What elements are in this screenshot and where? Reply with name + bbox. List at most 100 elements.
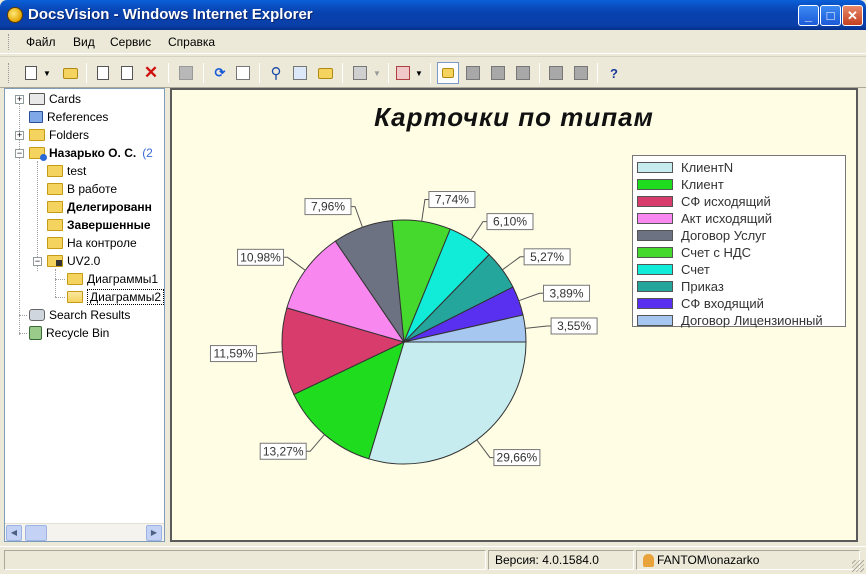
legend-label: Счет с НДС [681, 245, 752, 260]
excel-dropdown-arrow-icon[interactable]: ▼ [372, 64, 382, 82]
slice-label: 7,96% [304, 198, 363, 228]
slice-label: 29,66% [476, 439, 541, 467]
legend-swatch [637, 264, 673, 275]
slice-label: 10,98% [237, 248, 306, 271]
delete-icon[interactable]: ✕ [142, 63, 160, 82]
collapse-user-toggle[interactable]: − [15, 149, 24, 158]
tree-item-on-control[interactable]: На контроле [47, 234, 137, 252]
paste-icon[interactable] [118, 64, 136, 82]
sidebar-horizontal-scrollbar[interactable]: ◀ ▶ [5, 523, 164, 541]
slice-label-leader [476, 439, 494, 459]
tree-item-user-folder[interactable]: Назарько О. С. (2 [29, 144, 153, 162]
slice-label: 3,55% [525, 317, 598, 335]
tree-item-references[interactable]: References [29, 108, 108, 126]
tools-icon[interactable] [394, 64, 412, 82]
tree-item-in-progress[interactable]: В работе [47, 180, 117, 198]
legend-swatch [637, 162, 673, 173]
unread-count-badge: (2 [142, 146, 153, 160]
copy-icon[interactable] [94, 64, 112, 82]
slice-label-text: 7,96% [311, 200, 345, 214]
slice-label: 6,10% [470, 213, 534, 241]
slice-label-leader [256, 351, 283, 355]
slice-label-leader [502, 256, 525, 271]
folder-icon [47, 237, 63, 249]
legend-entry: СФ исходящий [637, 193, 841, 210]
resize-grip[interactable] [852, 560, 864, 572]
collapse-uv2-toggle[interactable]: − [33, 257, 42, 266]
new-document-icon[interactable] [22, 64, 40, 82]
tree-item-delegated[interactable]: Делегированн [47, 198, 152, 216]
tree-item-diagrams2[interactable]: Диаграммы2 [67, 288, 164, 306]
folder-icon [67, 273, 83, 285]
folder-tree-toggle-icon[interactable] [437, 62, 459, 84]
view-mode-1-icon[interactable] [464, 64, 482, 82]
menu-file[interactable]: Файл [26, 35, 56, 49]
navigation-tree[interactable]: + Cards References + Folders − Назарько … [4, 88, 165, 542]
tree-item-test[interactable]: test [47, 162, 86, 180]
expand-folders-toggle[interactable]: + [15, 131, 24, 140]
scroll-left-button[interactable]: ◀ [6, 525, 22, 541]
tree-item-cards[interactable]: Cards [29, 90, 81, 108]
scroll-thumb[interactable] [25, 525, 47, 541]
minimize-button[interactable]: _ [798, 5, 819, 26]
view-mode-4-icon[interactable] [547, 64, 565, 82]
folder-icon [47, 219, 63, 231]
refresh-icon[interactable]: ⟳ [211, 64, 229, 82]
eraser-icon[interactable] [177, 64, 195, 82]
legend-label: СФ входящий [681, 296, 764, 311]
tree-item-recycle-bin[interactable]: Recycle Bin [29, 324, 109, 342]
status-user-name: FANTOM\onazarko [657, 553, 760, 567]
tree-connector [19, 315, 27, 316]
tools-dropdown-arrow-icon[interactable]: ▼ [414, 64, 424, 82]
slice-label-text: 10,98% [240, 250, 281, 264]
legend-swatch [637, 179, 673, 190]
toolbar-separator [86, 63, 87, 83]
slice-label-text: 3,55% [557, 319, 591, 333]
tree-connector [19, 333, 27, 334]
window-titlebar[interactable]: DocsVision - Windows Internet Explorer _… [0, 0, 866, 30]
maximize-button[interactable]: □ [820, 5, 841, 26]
slice-label-text: 29,66% [497, 451, 538, 465]
view-mode-5-icon[interactable] [572, 64, 590, 82]
toolbar-separator [597, 63, 598, 83]
tree-item-folders[interactable]: Folders [29, 126, 89, 144]
legend-swatch [637, 213, 673, 224]
legend-label: Акт исходящий [681, 211, 772, 226]
search-folder-icon[interactable] [291, 64, 309, 82]
excel-icon[interactable] [351, 64, 369, 82]
properties-icon[interactable] [234, 64, 252, 82]
legend-swatch [637, 196, 673, 207]
slice-label-leader [421, 199, 429, 222]
folder-icon [47, 183, 63, 195]
tree-item-diagrams1[interactable]: Диаграммы1 [67, 270, 158, 288]
toolbar: ▼ ✕ ⟳ ⚲ ▼ ▼ ? [0, 56, 866, 88]
view-mode-3-icon[interactable] [514, 64, 532, 82]
legend-swatch [637, 315, 673, 326]
legend-entry: Договор Лицензионный [637, 312, 841, 329]
help-icon[interactable]: ? [605, 64, 623, 82]
menu-help[interactable]: Справка [168, 35, 215, 49]
scroll-right-button[interactable]: ▶ [146, 525, 162, 541]
tree-item-search-results[interactable]: Search Results [29, 306, 130, 324]
view-mode-2-icon[interactable] [489, 64, 507, 82]
toolbar-separator [430, 63, 431, 83]
tree-item-uv2[interactable]: UV2.0 [47, 252, 100, 270]
tree-item-completed[interactable]: Завершенные [47, 216, 151, 234]
find-card-icon[interactable] [316, 64, 334, 82]
legend-label: КлиентN [681, 160, 734, 175]
new-folder-icon[interactable] [61, 64, 79, 82]
expand-cards-toggle[interactable]: + [15, 95, 24, 104]
legend-entry: СФ входящий [637, 295, 841, 312]
new-dropdown-arrow-icon[interactable]: ▼ [42, 64, 52, 82]
legend-entry: Акт исходящий [637, 210, 841, 227]
menu-view[interactable]: Вид [73, 35, 95, 49]
menu-tools[interactable]: Сервис [110, 35, 151, 49]
legend-swatch [637, 247, 673, 258]
search-results-icon [29, 309, 45, 321]
legend-entry: Клиент [637, 176, 841, 193]
tree-connector [55, 269, 56, 297]
search-icon[interactable]: ⚲ [267, 64, 285, 82]
close-button[interactable]: ✕ [842, 5, 863, 26]
status-version: Версия: 4.0.1584.0 [488, 550, 634, 570]
slice-label-leader [283, 256, 306, 271]
